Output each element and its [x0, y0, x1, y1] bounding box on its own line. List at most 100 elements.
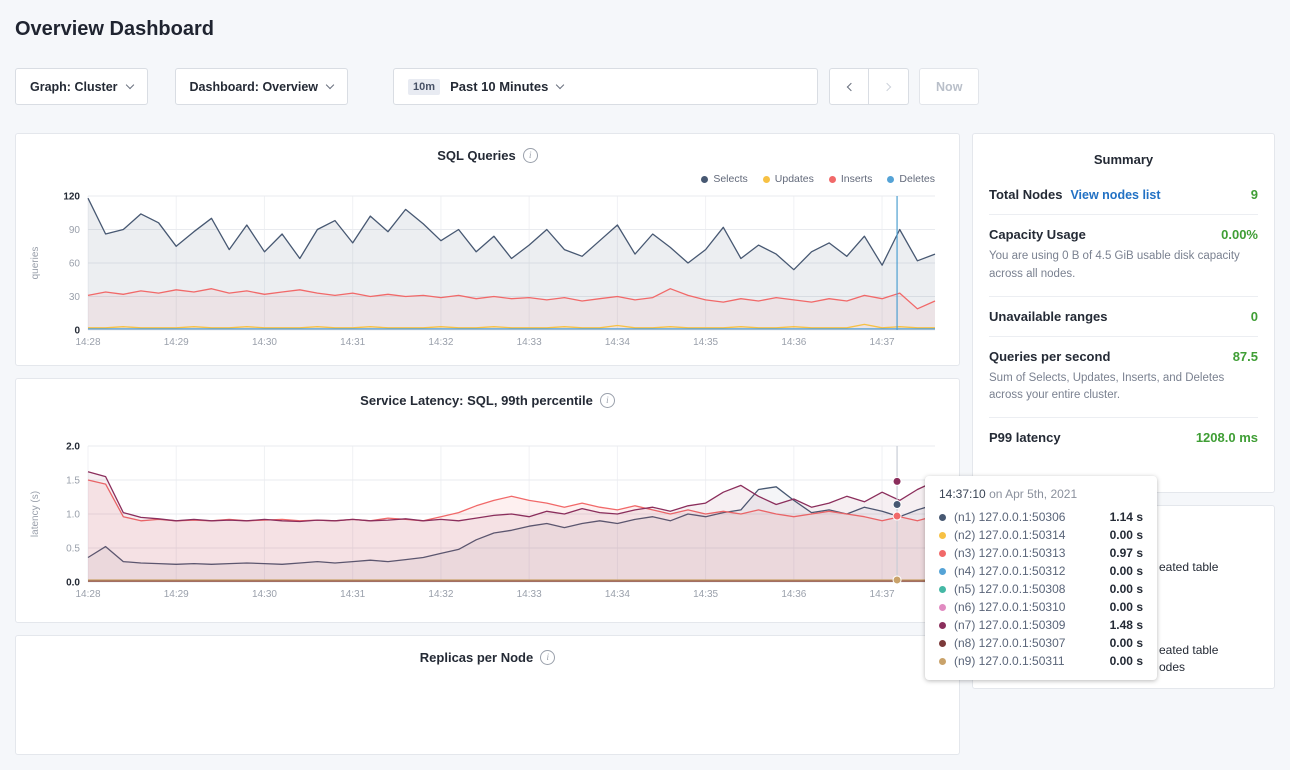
svg-text:1.0: 1.0	[66, 510, 80, 521]
svg-text:0.5: 0.5	[66, 544, 80, 555]
svg-text:14:28: 14:28	[75, 337, 100, 348]
tooltip-header: 14:37:10 on Apr 5th, 2021	[939, 487, 1143, 501]
legend-item-selects: Selects	[701, 172, 747, 186]
node-color-dot	[939, 622, 946, 629]
svg-text:14:32: 14:32	[428, 589, 453, 600]
graph-dropdown[interactable]: Graph: Cluster	[15, 68, 148, 105]
event-item-fragment: odes	[1159, 660, 1185, 674]
tooltip-row: (n1) 127.0.0.1:503061.14 s	[939, 508, 1143, 526]
legend-color-dot	[701, 176, 708, 183]
legend-item-deletes: Deletes	[887, 172, 935, 186]
tooltip-row: (n9) 127.0.0.1:503110.00 s	[939, 652, 1143, 670]
node-address: (n1) 127.0.0.1:50306	[954, 510, 1065, 524]
node-address: (n4) 127.0.0.1:50312	[954, 564, 1065, 578]
summary-value: 9	[1251, 187, 1258, 202]
svg-text:14:37: 14:37	[870, 589, 895, 600]
tooltip-row: (n8) 127.0.0.1:503070.00 s	[939, 634, 1143, 652]
node-latency-value: 0.00 s	[1110, 582, 1143, 596]
node-address: (n5) 127.0.0.1:50308	[954, 582, 1065, 596]
replicas-per-node-card: Replicas per Node i	[15, 635, 960, 755]
svg-text:14:32: 14:32	[428, 337, 453, 348]
node-latency-value: 0.00 s	[1110, 564, 1143, 578]
info-icon[interactable]: i	[600, 393, 615, 408]
tooltip-date: on Apr 5th, 2021	[989, 487, 1077, 501]
event-item-fragment: eated table	[1159, 560, 1218, 574]
summary-row-queries-per-second: Queries per second 87.5 Sum of Selects, …	[989, 337, 1258, 419]
time-next-button[interactable]	[869, 68, 909, 105]
svg-text:14:31: 14:31	[340, 589, 365, 600]
tooltip-time: 14:37:10	[939, 487, 986, 501]
info-icon[interactable]: i	[523, 148, 538, 163]
tooltip-row: (n6) 127.0.0.1:503100.00 s	[939, 598, 1143, 616]
dashboard-dropdown[interactable]: Dashboard: Overview	[175, 68, 349, 105]
legend-label: Selects	[713, 173, 747, 185]
chart-header: SQL Queries i	[26, 146, 949, 164]
svg-text:14:31: 14:31	[340, 337, 365, 348]
legend-color-dot	[829, 176, 836, 183]
summary-value: 0	[1251, 309, 1258, 324]
now-button[interactable]: Now	[919, 68, 979, 105]
tooltip-row: (n5) 127.0.0.1:50308 0.00 s	[939, 580, 1143, 598]
svg-text:14:34: 14:34	[605, 337, 630, 348]
controls-bar: Graph: Cluster Dashboard: Overview 10m P…	[15, 68, 1275, 105]
chevron-right-icon	[883, 82, 891, 90]
charts-column: SQL Queries i Selects Updates Inserts Delet…	[15, 133, 960, 755]
summary-row-p99-latency: P99 latency 1208.0 ms	[989, 418, 1258, 457]
svg-text:14:29: 14:29	[164, 337, 189, 348]
summary-label: Queries per second	[989, 349, 1110, 364]
info-icon[interactable]: i	[540, 650, 555, 665]
chart-title: SQL Queries	[437, 148, 516, 163]
node-color-dot	[939, 514, 946, 521]
summary-row-capacity-usage: Capacity Usage 0.00% You are using 0 B o…	[989, 215, 1258, 297]
summary-row-total-nodes: Total Nodes View nodes list 9	[989, 175, 1258, 215]
node-color-dot	[939, 532, 946, 539]
time-range-picker[interactable]: 10m Past 10 Minutes	[393, 68, 818, 105]
summary-label: P99 latency	[989, 430, 1061, 445]
svg-text:14:33: 14:33	[517, 337, 542, 348]
summary-value: 87.5	[1233, 349, 1258, 364]
svg-text:2.0: 2.0	[66, 442, 80, 453]
tooltip-rows: (n1) 127.0.0.1:503061.14 s (n2) 127.0.0.1…	[939, 508, 1143, 670]
sql-queries-card: SQL Queries i Selects Updates Inserts Delet…	[15, 133, 960, 366]
legend-item-updates: Updates	[763, 172, 814, 186]
node-address: (n2) 127.0.0.1:50314	[954, 528, 1065, 542]
summary-title: Summary	[989, 152, 1258, 167]
node-latency-value: 0.00 s	[1110, 600, 1143, 614]
chart-title: Service Latency: SQL, 99th percentile	[360, 393, 593, 408]
svg-text:14:35: 14:35	[693, 589, 718, 600]
node-color-dot	[939, 604, 946, 611]
time-preset-badge: 10m	[408, 79, 440, 95]
view-nodes-list-link[interactable]: View nodes list	[1070, 188, 1160, 202]
chart-title: Replicas per Node	[420, 650, 533, 665]
svg-text:1.5: 1.5	[66, 476, 80, 487]
summary-value: 1208.0 ms	[1196, 430, 1258, 445]
svg-text:14:28: 14:28	[75, 589, 100, 600]
svg-text:60: 60	[69, 259, 81, 270]
time-prev-button[interactable]	[829, 68, 869, 105]
service-latency-card: Service Latency: SQL, 99th percentile i …	[15, 378, 960, 623]
sql-queries-chart[interactable]: 14:2814:2914:3014:3114:3214:3314:3414:35…	[26, 188, 951, 356]
chevron-down-icon	[125, 80, 133, 88]
svg-text:14:34: 14:34	[605, 589, 630, 600]
svg-text:14:36: 14:36	[781, 337, 806, 348]
node-latency-value: 0.00 s	[1110, 528, 1143, 542]
event-item-fragment: eated table	[1159, 643, 1218, 657]
legend-item-inserts: Inserts	[829, 172, 873, 186]
service-latency-chart[interactable]: 14:2814:2914:3014:3114:3214:3314:3414:35…	[26, 436, 951, 608]
legend-color-dot	[887, 176, 894, 183]
node-address: (n3) 127.0.0.1:50313	[954, 546, 1065, 560]
svg-text:14:37: 14:37	[870, 337, 895, 348]
summary-card: Summary Total Nodes View nodes list 9 Ca…	[972, 133, 1275, 493]
tooltip-row: (n7) 127.0.0.1:503091.48 s	[939, 616, 1143, 634]
node-color-dot	[939, 658, 946, 665]
node-latency-value: 0.00 s	[1110, 636, 1143, 650]
page-title: Overview Dashboard	[15, 15, 1275, 43]
summary-description: You are using 0 B of 4.5 GiB usable disk…	[989, 248, 1258, 284]
svg-text:0.0: 0.0	[66, 578, 80, 589]
dashboard-dropdown-label: Dashboard: Overview	[190, 80, 319, 94]
svg-text:14:30: 14:30	[252, 337, 277, 348]
node-latency-value: 1.48 s	[1110, 618, 1143, 632]
chart-header: Replicas per Node i	[26, 648, 949, 666]
svg-text:90: 90	[69, 225, 81, 236]
node-address: (n9) 127.0.0.1:50311	[954, 654, 1065, 668]
